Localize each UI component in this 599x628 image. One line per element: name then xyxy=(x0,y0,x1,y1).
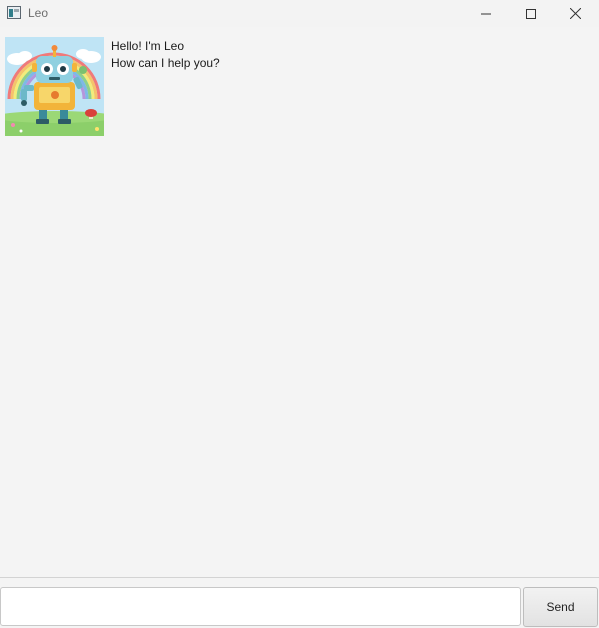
leo-message: Hello! I'm Leo How can I help you? xyxy=(111,38,220,72)
maximize-icon xyxy=(525,8,536,19)
input-bar: Send xyxy=(0,578,599,628)
send-button[interactable]: Send xyxy=(523,587,598,627)
java-app-icon xyxy=(7,6,21,19)
dialog-container: Hello! I'm Leo How can I help you? xyxy=(0,28,599,577)
robot-avatar-image xyxy=(5,37,104,136)
maximize-button[interactable] xyxy=(508,0,553,27)
window-title: Leo xyxy=(28,6,49,20)
minimize-icon xyxy=(480,13,491,14)
app-window: Leo Hello! I'm Leo How can I help you? S… xyxy=(0,0,599,628)
close-button[interactable] xyxy=(553,0,598,27)
message-line: How can I help you? xyxy=(111,56,220,70)
minimize-button[interactable] xyxy=(463,0,508,27)
title-bar: Leo xyxy=(0,0,599,27)
user-input[interactable] xyxy=(0,587,521,626)
message-line: Hello! I'm Leo xyxy=(111,39,184,53)
close-icon xyxy=(570,8,581,19)
